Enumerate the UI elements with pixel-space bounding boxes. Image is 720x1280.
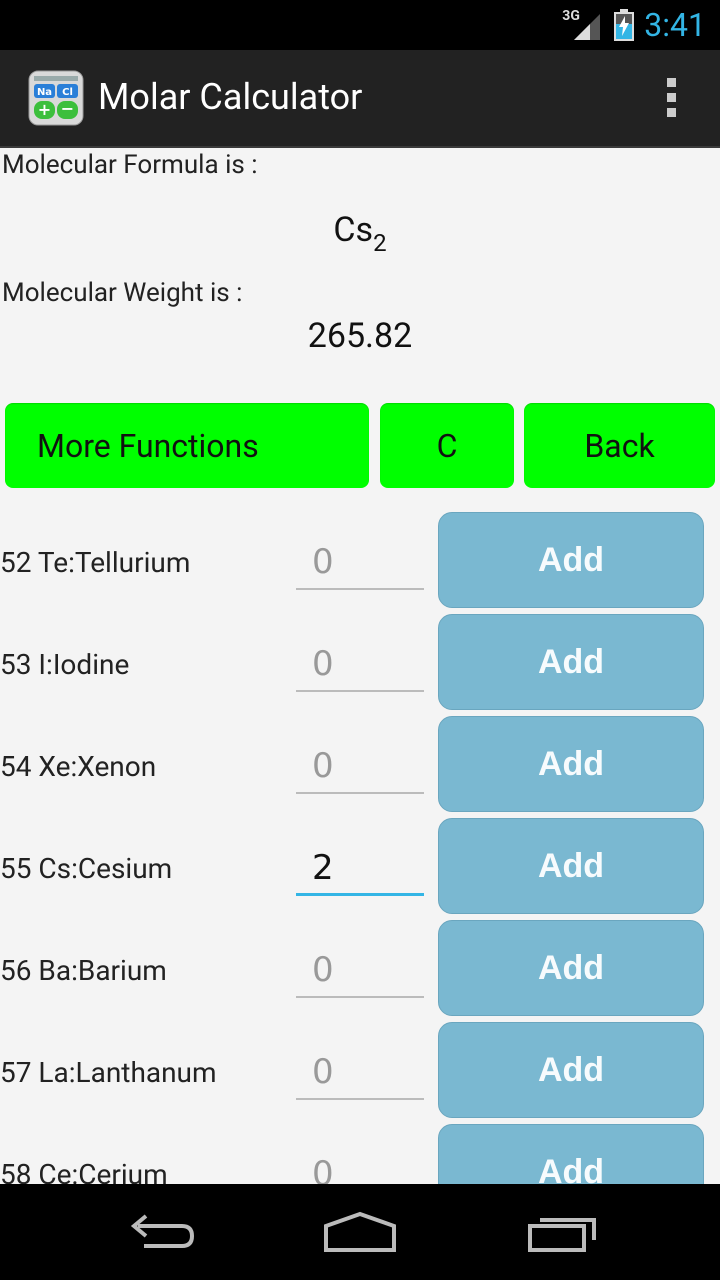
add-button[interactable]: Add [438,1022,704,1118]
molecular-weight: 265.82 [307,316,413,356]
overflow-menu-icon[interactable] [664,78,678,118]
quantity-input[interactable] [296,1046,424,1100]
signal-icon: 3G [562,8,604,42]
home-icon[interactable] [320,1204,400,1260]
quantity-input[interactable] [296,1148,424,1184]
element-name: 55 Cs:Cesium [0,852,173,885]
app-title: Molar Calculator [98,76,363,118]
svg-text:+: + [38,100,51,119]
molar-app-icon[interactable]: Na Cl + − [28,70,84,126]
quantity-input[interactable] [296,638,424,692]
add-button[interactable]: Add [438,512,704,608]
element-name: 57 La:Lanthanum [0,1056,217,1089]
quantity-input[interactable] [296,536,424,590]
add-button[interactable]: Add [438,818,704,914]
formula-symbol: Cs [333,210,374,250]
status-bar: 3G 3:41 [0,0,720,50]
element-name: 52 Te:Tellurium [0,546,191,579]
clear-button[interactable]: C [380,403,514,488]
list-item: 57 La:Lanthanum Add [0,1020,720,1122]
weight-label: Molecular Weight is : [2,278,243,308]
element-name: 56 Ba:Barium [0,954,167,987]
quantity-input[interactable] [296,740,424,794]
formula-label: Molecular Formula is : [2,150,258,180]
list-item: 54 Xe:Xenon Add [0,714,720,816]
action-bar: Na Cl + − Molar Calculator [0,50,720,148]
add-button[interactable]: Add [438,614,704,710]
add-button[interactable]: Add [438,1124,704,1184]
back-icon[interactable] [120,1204,200,1260]
battery-charging-icon [614,9,635,41]
recents-icon[interactable] [522,1204,602,1260]
list-item: 56 Ba:Barium Add [0,918,720,1020]
element-list[interactable]: 52 Te:Tellurium Add 53 I:Iodine Add 54 X… [0,510,720,1184]
list-item: 55 Cs:Cesium Add [0,816,720,918]
svg-text:−: − [61,99,74,118]
svg-text:Na: Na [37,87,52,98]
status-icons: 3G 3:41 [562,0,706,50]
quantity-input[interactable] [296,944,424,998]
add-button[interactable]: Add [438,920,704,1016]
network-type: 3G [562,8,580,24]
element-name: 58 Ce:Cerium [0,1158,168,1184]
formula-subscript: 2 [373,229,387,257]
molecular-formula: Cs2 [0,210,720,257]
list-item: 52 Te:Tellurium Add [0,510,720,612]
svg-text:Cl: Cl [62,87,73,98]
list-item: 58 Ce:Cerium Add [0,1122,720,1184]
add-button[interactable]: Add [438,716,704,812]
list-item: 53 I:Iodine Add [0,612,720,714]
more-functions-button[interactable]: More Functions [5,403,369,488]
element-name: 53 I:Iodine [0,648,130,681]
quantity-input[interactable] [296,842,424,896]
back-button[interactable]: Back [524,403,715,488]
clock: 3:41 [644,6,706,44]
element-name: 54 Xe:Xenon [0,750,157,783]
navigation-bar [0,1184,720,1280]
